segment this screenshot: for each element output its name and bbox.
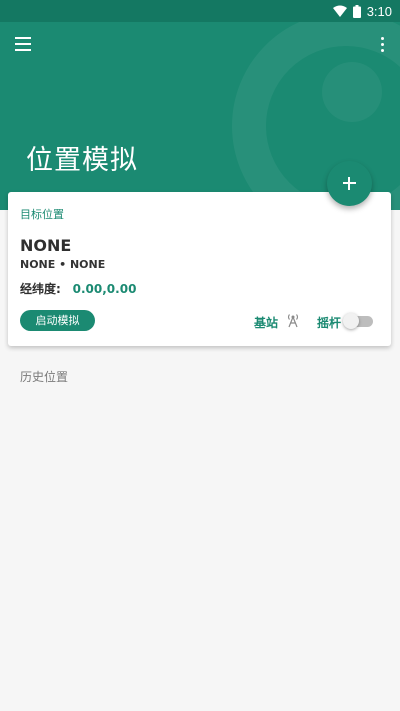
joystick-toggle[interactable] xyxy=(343,313,373,329)
status-bar: 3:10 xyxy=(0,0,400,22)
place-subtitle: NONE • NONE xyxy=(20,258,106,271)
header-decoration xyxy=(232,22,400,210)
toggle-thumb xyxy=(343,313,359,329)
wifi-icon xyxy=(332,5,347,17)
joystick-label: 摇杆 xyxy=(317,316,342,330)
more-vert-icon[interactable] xyxy=(376,36,388,54)
menu-icon[interactable] xyxy=(14,36,34,52)
start-simulation-button[interactable]: 启动模拟 xyxy=(20,310,95,331)
antenna-icon[interactable] xyxy=(285,312,301,328)
coordinates-row: 经纬度: 0.00,0.00 xyxy=(20,280,136,297)
target-location-label: 目标位置 xyxy=(20,208,64,221)
base-station-label[interactable]: 基站 xyxy=(254,314,278,331)
header-decoration-dot xyxy=(322,62,382,122)
coordinates-value: 0.00,0.00 xyxy=(72,282,137,296)
status-time: 3:10 xyxy=(366,3,392,19)
page-title: 位置模拟 xyxy=(26,145,138,176)
history-label: 历史位置 xyxy=(20,370,69,384)
status-icons: 3:10 xyxy=(332,3,392,19)
battery-icon xyxy=(352,4,361,18)
add-location-button[interactable] xyxy=(327,161,372,206)
place-name: NONE xyxy=(20,236,72,255)
target-location-card: 目标位置 NONE NONE • NONE 经纬度: 0.00,0.00 启动模… xyxy=(8,192,391,346)
coordinates-label: 经纬度: xyxy=(20,282,61,296)
